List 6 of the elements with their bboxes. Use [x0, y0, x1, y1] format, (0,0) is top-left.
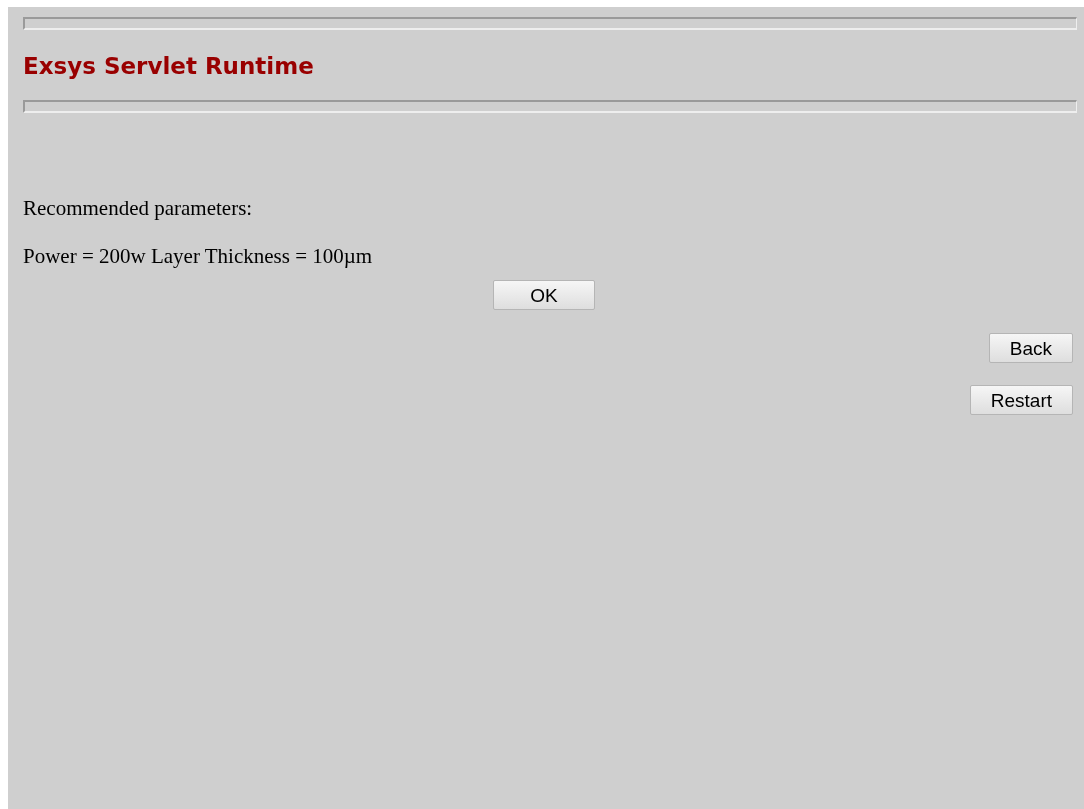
message-text: Power = 200w Layer Thickness = 100µm — [23, 243, 373, 269]
page-title: Exsys Servlet Runtime — [23, 52, 314, 80]
restart-button[interactable]: Restart — [969, 385, 1073, 415]
ok-button[interactable]: OK — [493, 280, 595, 310]
message-text: Recommended parameters: — [23, 195, 253, 221]
back-button[interactable]: Back — [988, 333, 1073, 363]
